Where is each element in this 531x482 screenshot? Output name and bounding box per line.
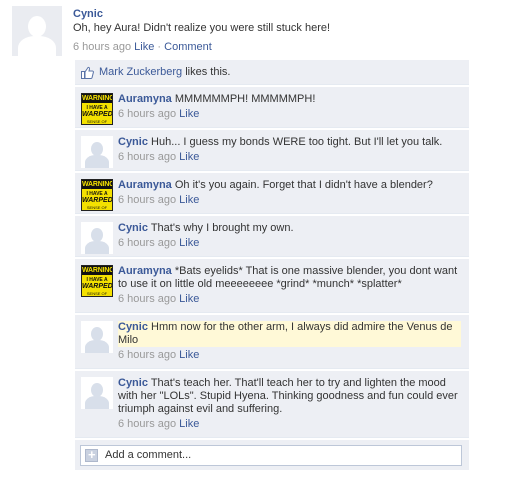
comment-author-link[interactable]: Cynic xyxy=(118,136,148,148)
post-meta: 6 hours ago Like · Comment xyxy=(73,41,212,53)
warning-sign-text: SENSE OF HUMOUR xyxy=(86,119,108,124)
likes-row: Mark Zuckerberg likes this. xyxy=(75,60,469,85)
warning-sign-text: WARPED xyxy=(82,197,113,204)
add-comment-icon xyxy=(85,447,98,462)
comment-list: WARNINGI HAVE AWARPEDSENSE OF HUMOURAura… xyxy=(75,87,469,438)
comment-meta: 6 hours ago Like xyxy=(118,349,461,362)
comment-text: Cynic That's why I brought my own. xyxy=(118,222,461,235)
comments-feed: Mark Zuckerberg likes this. WARNING I HAV… xyxy=(75,60,469,470)
comment-avatar[interactable] xyxy=(81,136,113,168)
comment-message: That's teach her. That'll teach her to t… xyxy=(118,377,458,415)
comment-avatar[interactable] xyxy=(81,321,113,353)
comment-time: 6 hours ago xyxy=(118,237,177,249)
warning-sign-avatar[interactable]: WARNINGI HAVE AWARPEDSENSE OF HUMOUR xyxy=(81,179,113,211)
comment-item: Cynic Hmm now for the other arm, I alway… xyxy=(75,315,469,369)
comment-author-link[interactable]: Cynic xyxy=(118,222,148,234)
comment-meta: 6 hours ago Like xyxy=(118,418,461,431)
liker-name-link[interactable]: Mark Zuckerberg xyxy=(99,66,182,78)
warning-sign-avatar[interactable]: WARNINGI HAVE AWARPEDSENSE OF HUMOUR xyxy=(81,93,113,125)
thumbs-up-icon xyxy=(81,66,94,79)
comment-text: Cynic Huh... I guess my bonds WERE too t… xyxy=(118,136,461,149)
default-profile-icon xyxy=(81,222,113,254)
comment-meta: 6 hours ago Like xyxy=(118,194,461,207)
comment-body: Cynic That's teach her. That'll teach he… xyxy=(118,371,469,437)
comment-message: Oh it's you again. Forget that I didn't … xyxy=(174,179,433,191)
comment-avatar[interactable] xyxy=(81,377,113,409)
comment-author-link[interactable]: Auramyna xyxy=(118,265,172,277)
comment-message: Hmm now for the other arm, I always did … xyxy=(118,321,453,346)
warning-sign-text: WARNING xyxy=(82,180,113,189)
add-comment-placeholder: Add a comment... xyxy=(105,449,192,461)
likes-text: Mark Zuckerberg likes this. xyxy=(99,66,230,78)
comment-item: Cynic That's why I brought my own. 6 hour… xyxy=(75,216,469,257)
comment-meta: 6 hours ago Like xyxy=(118,237,461,250)
meta-separator: · xyxy=(157,41,162,53)
comment-time: 6 hours ago xyxy=(118,194,177,206)
comment-item: Cynic Huh... I guess my bonds WERE too t… xyxy=(75,130,469,171)
comment-message: MMMMMMPH! MMMMMPH! xyxy=(174,93,316,105)
comment-text: Cynic That's teach her. That'll teach he… xyxy=(118,377,461,416)
comment-item: WARNINGI HAVE AWARPEDSENSE OF HUMOURAura… xyxy=(75,259,469,313)
comment-message: Huh... I guess my bonds WERE too tight. … xyxy=(151,136,443,148)
default-profile-icon xyxy=(81,321,113,353)
comment-like-link[interactable]: Like xyxy=(179,151,199,163)
comment-text: Auramyna Oh it's you again. Forget that … xyxy=(118,179,461,192)
warning-sign-text: WARNING xyxy=(82,266,113,275)
comment-like-link[interactable]: Like xyxy=(179,418,199,430)
add-comment-input[interactable]: Add a comment... xyxy=(80,445,462,466)
default-profile-icon xyxy=(81,136,113,168)
post-avatar[interactable] xyxy=(12,6,62,56)
comment-avatar[interactable] xyxy=(81,222,113,254)
comment-author-link[interactable]: Cynic xyxy=(118,377,148,389)
comment-author-link[interactable]: Auramyna xyxy=(118,93,172,105)
comment-text: Auramyna MMMMMMPH! MMMMMPH! xyxy=(118,93,461,106)
comment-item: WARNINGI HAVE AWARPEDSENSE OF HUMOURAura… xyxy=(75,87,469,128)
warning-sign-avatar[interactable]: WARNINGI HAVE AWARPEDSENSE OF HUMOUR xyxy=(81,265,113,297)
comment-body: Auramyna *Bats eyelids* That is one mass… xyxy=(118,259,469,312)
add-comment-row: Add a comment... xyxy=(75,440,469,470)
warning-sign-text: SENSE OF HUMOUR xyxy=(86,205,108,210)
comment-like-link[interactable]: Like xyxy=(179,293,199,305)
comment-author-link[interactable]: Auramyna xyxy=(118,179,172,191)
comment-meta: 6 hours ago Like xyxy=(118,108,461,121)
comment-meta: 6 hours ago Like xyxy=(118,293,461,306)
likes-suffix: likes this. xyxy=(185,66,231,78)
comment-time: 6 hours ago xyxy=(118,293,177,305)
comment-body: Auramyna Oh it's you again. Forget that … xyxy=(118,173,469,213)
post-author-name[interactable]: Cynic xyxy=(73,8,103,20)
comment-time: 6 hours ago xyxy=(118,418,177,430)
comment-author-link[interactable]: Cynic xyxy=(118,321,148,333)
comment-text: Cynic Hmm now for the other arm, I alway… xyxy=(118,321,461,347)
post-text: Oh, hey Aura! Didn't realize you were st… xyxy=(73,22,331,34)
comment-time: 6 hours ago xyxy=(118,151,177,163)
default-profile-icon xyxy=(81,377,113,409)
default-profile-icon xyxy=(12,6,62,56)
comment-body: Cynic That's why I brought my own. 6 hour… xyxy=(118,216,469,256)
comment-like-link[interactable]: Like xyxy=(179,349,199,361)
comment-time: 6 hours ago xyxy=(118,349,177,361)
comment-message: That's why I brought my own. xyxy=(150,222,294,234)
comment-like-link[interactable]: Like xyxy=(179,237,199,249)
comment-time: 6 hours ago xyxy=(118,108,177,120)
comment-like-link[interactable]: Like xyxy=(179,194,199,206)
comment-like-link[interactable]: Like xyxy=(179,108,199,120)
comment-body: Auramyna MMMMMMPH! MMMMMPH! 6 hours ago L… xyxy=(118,87,469,127)
warning-sign-text: WARPED xyxy=(82,283,113,290)
comment-body: Cynic Hmm now for the other arm, I alway… xyxy=(118,315,469,368)
comment-meta: 6 hours ago Like xyxy=(118,151,461,164)
warning-sign-text: WARNING xyxy=(82,94,113,103)
comment-text: Auramyna *Bats eyelids* That is one mass… xyxy=(118,265,461,291)
post-time: 6 hours ago xyxy=(73,41,132,53)
comment-item: WARNINGI HAVE AWARPEDSENSE OF HUMOUR Aura… xyxy=(75,173,469,214)
comment-body: Cynic Huh... I guess my bonds WERE too t… xyxy=(118,130,469,170)
warning-sign-text: WARPED xyxy=(82,111,113,118)
post-like-link[interactable]: Like xyxy=(134,41,154,53)
post-comment-link[interactable]: Comment xyxy=(164,41,212,53)
warning-sign-text: SENSE OF HUMOUR xyxy=(86,291,108,296)
comment-item: Cynic That's teach her. That'll teach he… xyxy=(75,371,469,438)
